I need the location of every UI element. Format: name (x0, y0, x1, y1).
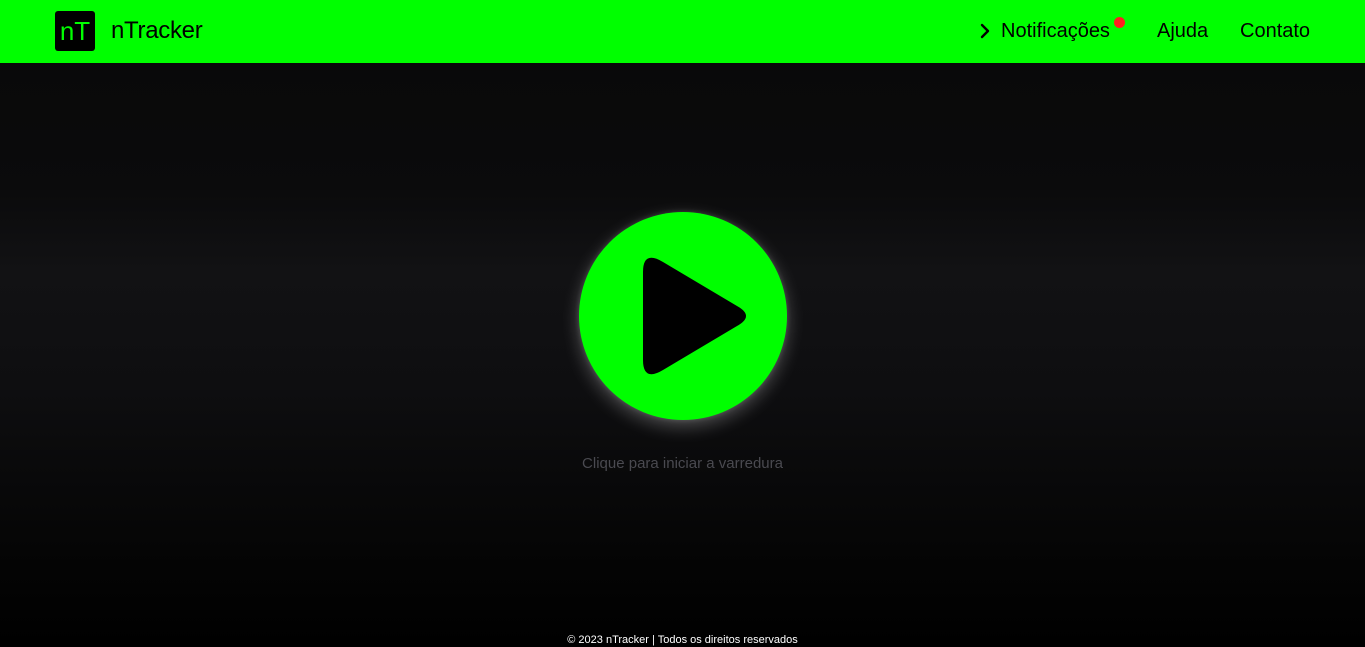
play-icon (643, 257, 746, 375)
footer-copyright: © 2023 nTracker | Todos os direitos rese… (567, 634, 798, 646)
scan-caption: Clique para iniciar a varredura (582, 455, 783, 472)
nav-help-link[interactable]: Ajuda (1157, 19, 1208, 43)
nav-contact-link[interactable]: Contato (1240, 19, 1310, 43)
top-nav-bar: nT nTracker Notificações Ajuda Contato (0, 0, 1365, 63)
notification-badge (1114, 17, 1125, 28)
brand-name: nTracker (111, 17, 203, 44)
nav-notifications-link[interactable]: Notificações (1001, 19, 1110, 43)
chevron-right-icon (980, 23, 990, 39)
start-scan-button[interactable] (579, 212, 787, 420)
logo: nT (55, 11, 95, 51)
